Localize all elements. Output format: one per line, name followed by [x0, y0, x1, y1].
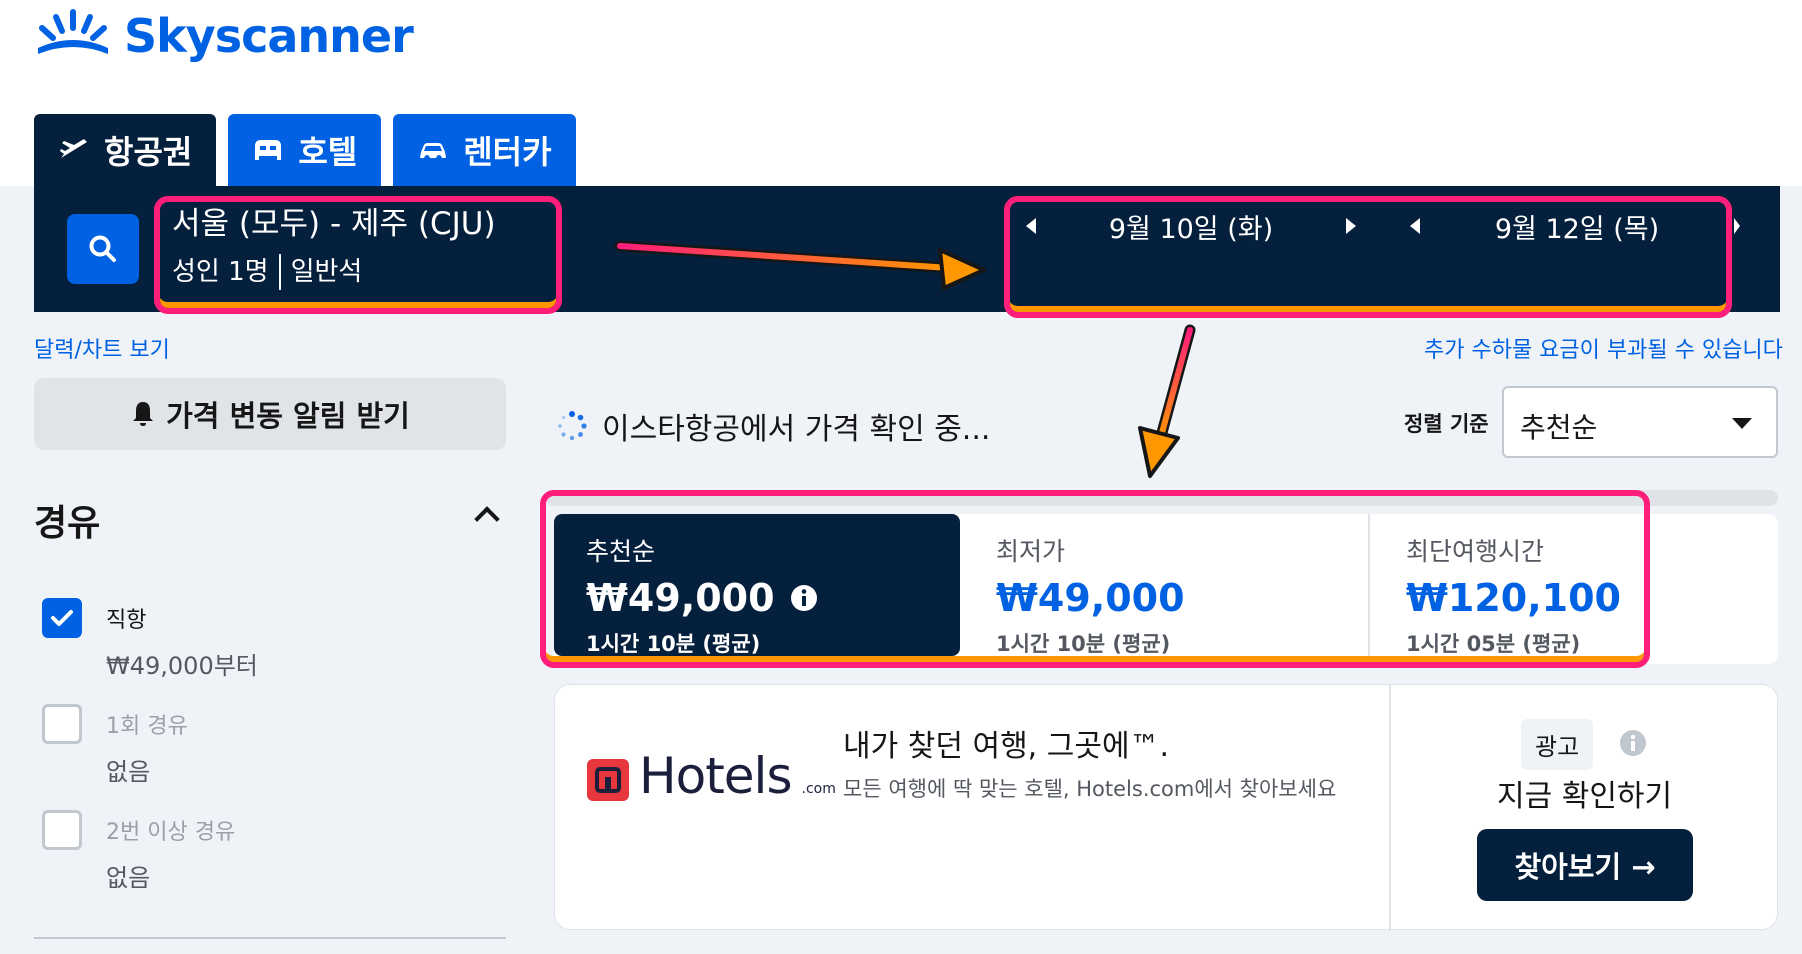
filter-option-direct[interactable]: 직항 ₩49,000부터	[42, 598, 258, 680]
plane-icon	[60, 139, 87, 158]
baggage-notice-link[interactable]: 추가 수하물 요금이 부과될 수 있습니다	[1424, 332, 1783, 364]
filter-option-one-stop[interactable]: 1회 경유 없음	[42, 704, 188, 786]
tab-hotels[interactable]: 호텔	[228, 114, 382, 186]
page: Skyscanner 항공권 호텔 렌터카 서울 (모두) - 제주 (CJU)…	[0, 0, 1802, 954]
ad-info-icon[interactable]	[1619, 729, 1647, 757]
tab-car-rental-label: 렌터카	[463, 133, 552, 171]
hotels-ad-card[interactable]: Hotels .com 내가 찾던 여행, 그곳에™. 모든 여행에 딱 맞는 …	[554, 684, 1778, 931]
tab-car-rental[interactable]: 렌터카	[393, 114, 576, 186]
one-stop-checkbox[interactable]	[42, 704, 82, 744]
sunrise-logo-icon	[38, 9, 108, 54]
loading-status: 이스타항공에서 가격 확인 중...	[556, 404, 990, 448]
tab-flights[interactable]: 항공권	[34, 114, 217, 186]
filter-divider	[34, 937, 506, 939]
sort-select[interactable]: 추천순	[1502, 386, 1778, 458]
tab-flights-label: 항공권	[104, 133, 193, 171]
search-button[interactable]	[67, 214, 139, 284]
hotels-logo-word: Hotels	[639, 747, 792, 805]
tab-hotels-label: 호텔	[298, 133, 358, 171]
hotels-logo-mark-icon	[587, 759, 629, 801]
ad-badge: 광고	[1521, 719, 1594, 770]
checkmark-icon	[51, 610, 73, 626]
route-highlight-box	[154, 196, 562, 314]
hotels-logo: Hotels .com	[587, 751, 836, 801]
bell-icon	[133, 402, 154, 426]
header: Skyscanner 항공권 호텔 렌터카	[0, 0, 1802, 186]
search-icon	[89, 235, 116, 262]
sort-value: 추천순	[1520, 411, 1598, 444]
calendar-chart-link[interactable]: 달력/차트 보기	[34, 332, 170, 364]
hotels-logo-suffix: .com	[801, 781, 836, 797]
two-plus-stops-price: 없음	[106, 864, 151, 892]
direct-checkbox[interactable]	[42, 598, 82, 638]
bed-icon	[255, 140, 282, 160]
loading-text: 이스타항공에서 가격 확인 중...	[602, 412, 991, 447]
stops-filter-title: 경유	[34, 503, 101, 544]
ad-headline: 내가 찾던 여행, 그곳에™.	[843, 729, 1170, 764]
skyscanner-logo[interactable]: Skyscanner	[34, 8, 414, 64]
sort-label: 정렬 기준	[1404, 412, 1489, 436]
two-plus-stops-label: 2번 이상 경유	[106, 820, 236, 845]
price-alert-label: 가격 변동 알림 받기	[166, 399, 410, 433]
brand-name: Skyscanner	[124, 9, 414, 63]
ad-divider	[1389, 685, 1391, 931]
ad-cta-text: 지금 확인하기	[1497, 779, 1673, 814]
ad-explore-button[interactable]: 찾아보기 →	[1477, 829, 1693, 901]
dates-highlight-box	[1004, 196, 1732, 318]
direct-label: 직항	[106, 608, 147, 633]
next-return-date-icon[interactable]	[1734, 218, 1740, 234]
price-alert-button[interactable]: 가격 변동 알림 받기	[34, 378, 506, 450]
ad-subline: 모든 여행에 딱 맞는 호텔, Hotels.com에서 찾아보세요	[843, 777, 1337, 801]
one-stop-label: 1회 경유	[106, 714, 188, 739]
caret-down-icon	[1732, 418, 1752, 429]
two-plus-stops-checkbox[interactable]	[42, 810, 82, 850]
one-stop-price: 없음	[106, 758, 151, 786]
direct-price: ₩49,000부터	[106, 652, 258, 680]
loading-spinner-icon	[558, 411, 587, 441]
filter-option-two-plus-stops[interactable]: 2번 이상 경유 없음	[42, 810, 235, 892]
car-icon	[420, 143, 447, 158]
vertical-tabs: 항공권 호텔 렌터카	[34, 114, 576, 186]
price-tabs-highlight-box	[540, 490, 1650, 668]
